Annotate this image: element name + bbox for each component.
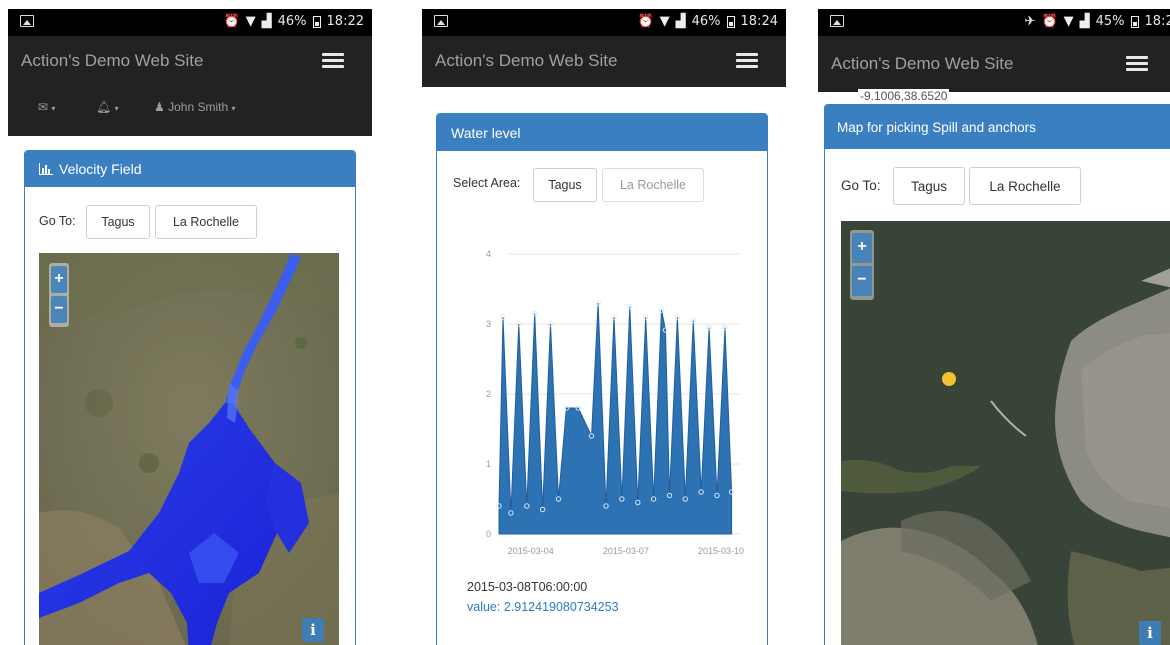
- zoom-out-button[interactable]: −: [51, 296, 67, 323]
- navbar: Action's Demo Web Site: [818, 36, 1170, 92]
- spill-map[interactable]: + − i: [841, 221, 1170, 645]
- velocity-map[interactable]: + − i: [39, 253, 339, 645]
- image-icon: [830, 15, 844, 27]
- alarm-icon: ⏰: [637, 14, 654, 29]
- envelope-icon: ✉: [38, 100, 49, 114]
- zoom-out-button[interactable]: −: [852, 266, 872, 296]
- area-la-rochelle-button[interactable]: La Rochelle: [602, 168, 704, 202]
- image-icon: [434, 15, 448, 27]
- x-tick-label: 2015-03-07: [603, 546, 649, 556]
- image-icon: [20, 15, 34, 27]
- navbar: Action's Demo Web Site: [422, 36, 786, 87]
- screen-spill-map: ✈ ⏰ ▼ ▟ 45% 18:25 Action's Demo Web Site…: [818, 0, 1170, 645]
- clock: 18:22: [326, 14, 364, 29]
- goto-la-rochelle-button[interactable]: La Rochelle: [155, 205, 257, 239]
- battery-icon: [312, 15, 321, 28]
- goto-tagus-button[interactable]: Tagus: [86, 205, 150, 239]
- signal-icon: ▟: [1079, 14, 1090, 29]
- status-right: ✈ ⏰ ▼ ▟ 45% 18:25: [1025, 14, 1170, 29]
- x-tick-label: 2015-03-04: [508, 546, 554, 556]
- series-area: [498, 302, 733, 535]
- gps-icon: ✈: [1024, 14, 1036, 29]
- screen-velocity-field: ⏰ ▼ ▟ 46% 18:22 Action's Demo Web Site ✉…: [8, 0, 372, 645]
- bar-chart-icon: [39, 163, 53, 175]
- brand-link[interactable]: Action's Demo Web Site: [21, 51, 203, 71]
- user-name: John Smith: [168, 100, 229, 114]
- battery-percent: 46%: [277, 14, 307, 29]
- goto-tagus-button[interactable]: Tagus: [893, 167, 965, 205]
- navbar: Action's Demo Web Site ✉ ▾ 🔔︎ ▾ ♟ John S…: [8, 36, 372, 136]
- y-tick-label: 0: [486, 529, 491, 539]
- battery-icon: [726, 15, 735, 28]
- wifi-icon: ▼: [659, 14, 670, 29]
- status-right: ⏰ ▼ ▟ 46% 18:24: [637, 14, 778, 29]
- alarm-icon: ⏰: [1041, 14, 1058, 29]
- caret-down-icon: ▾: [114, 104, 119, 113]
- wifi-icon: ▼: [245, 14, 256, 29]
- coordinates-behind: -9.1006,38.6520: [858, 89, 950, 103]
- signal-icon: ▟: [261, 14, 272, 29]
- velocity-map-image: [39, 253, 339, 645]
- hamburger-menu-icon[interactable]: [736, 53, 758, 69]
- panel-title: Velocity Field: [59, 161, 142, 177]
- info-button[interactable]: i: [1139, 621, 1161, 645]
- readout-timestamp: 2015-03-08T06:00:00: [467, 580, 588, 594]
- alarm-icon: ⏰: [223, 14, 240, 29]
- caret-down-icon: ▾: [231, 104, 236, 113]
- y-tick-label: 3: [486, 319, 491, 329]
- signal-icon: ▟: [675, 14, 686, 29]
- panel-heading: Map for picking Spill and anchors: [825, 105, 1170, 149]
- caret-down-icon: ▾: [51, 104, 56, 113]
- y-tick-label: 4: [486, 249, 491, 259]
- wifi-icon: ▼: [1063, 14, 1074, 29]
- user-icon: ♟: [154, 100, 165, 114]
- brand-link[interactable]: Action's Demo Web Site: [435, 51, 617, 71]
- status-right: ⏰ ▼ ▟ 46% 18:22: [223, 14, 364, 29]
- panel-heading: Water level: [437, 114, 767, 151]
- hamburger-menu-icon[interactable]: [322, 53, 344, 69]
- spill-marker[interactable]: [942, 372, 956, 386]
- x-tick-label: 2015-03-10: [698, 546, 744, 556]
- battery-percent: 45%: [1095, 14, 1125, 29]
- zoom-control: + −: [49, 263, 69, 327]
- y-tick-label: 2: [486, 389, 491, 399]
- panel-heading: Velocity Field: [25, 151, 355, 187]
- spill-map-panel: Map for picking Spill and anchors Go To:…: [824, 104, 1170, 645]
- area-tagus-button[interactable]: Tagus: [533, 168, 597, 202]
- bell-icon: 🔔︎: [96, 100, 112, 114]
- status-bar: ⏰ ▼ ▟ 46% 18:24: [422, 9, 786, 36]
- battery-percent: 46%: [691, 14, 721, 29]
- info-button[interactable]: i: [302, 618, 324, 642]
- water-level-panel: Water level Select Area: Tagus La Rochel…: [436, 113, 768, 645]
- clock: 18:25: [1144, 14, 1170, 29]
- y-tick-label: 1: [486, 459, 491, 469]
- clock: 18:24: [740, 14, 778, 29]
- select-area-label: Select Area:: [453, 176, 521, 190]
- nav-messages[interactable]: ✉ ▾: [38, 100, 55, 114]
- goto-la-rochelle-button[interactable]: La Rochelle: [969, 167, 1081, 205]
- water-level-chart[interactable]: 0 1 2 3 4 2015-03-04 2015-03-07 2015-03-10: [451, 234, 751, 574]
- zoom-in-button[interactable]: +: [51, 266, 67, 293]
- nav-alerts[interactable]: 🔔︎ ▾: [96, 100, 119, 114]
- goto-label: Go To:: [39, 214, 76, 228]
- zoom-control: + −: [850, 230, 874, 300]
- status-bar: ✈ ⏰ ▼ ▟ 45% 18:25: [818, 9, 1170, 36]
- screen-water-level: ⏰ ▼ ▟ 46% 18:24 Action's Demo Web Site W…: [422, 0, 786, 645]
- spill-map-image: [841, 221, 1170, 645]
- status-bar: ⏰ ▼ ▟ 46% 18:22: [8, 9, 372, 36]
- zoom-in-button[interactable]: +: [852, 233, 872, 263]
- panel-title: Map for picking Spill and anchors: [837, 119, 1036, 135]
- readout-value: value: 2.912419080734253: [467, 600, 619, 614]
- brand-link[interactable]: Action's Demo Web Site: [831, 54, 1013, 74]
- goto-label: Go To:: [841, 178, 881, 193]
- velocity-panel: Velocity Field Go To: Tagus La Rochelle: [24, 150, 356, 645]
- panel-title: Water level: [451, 124, 521, 141]
- nav-user-menu[interactable]: ♟ John Smith ▾: [154, 100, 236, 114]
- battery-icon: [1130, 15, 1139, 28]
- hamburger-menu-icon[interactable]: [1126, 56, 1148, 72]
